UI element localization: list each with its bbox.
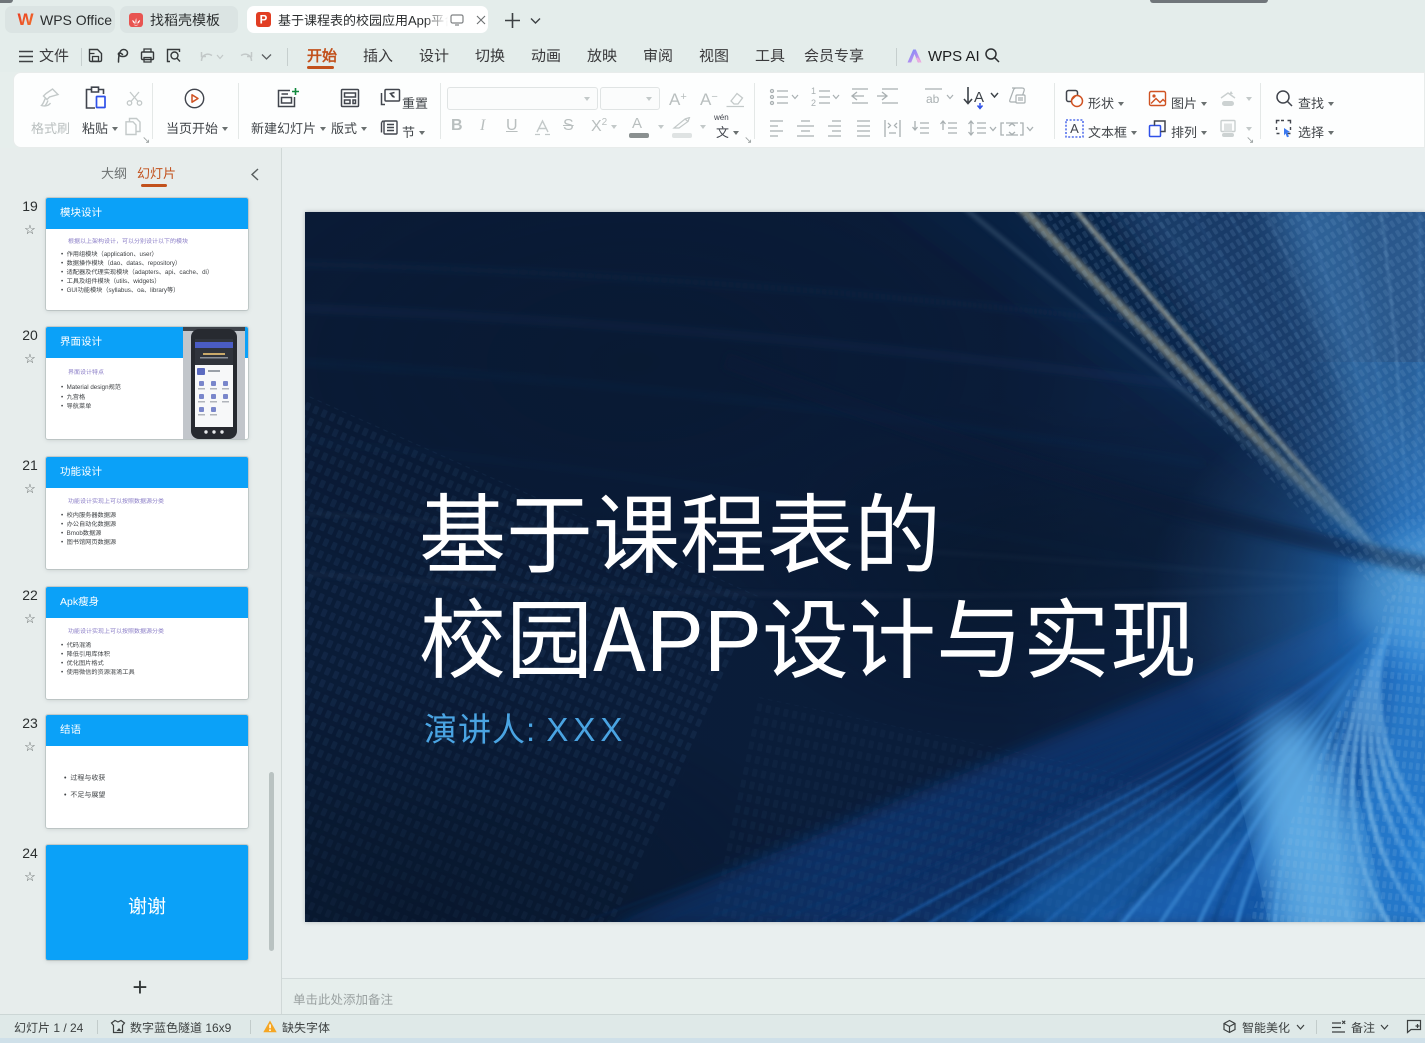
svg-text:A: A — [1070, 121, 1079, 136]
svg-text:P: P — [260, 15, 268, 27]
svg-text:ab: ab — [926, 92, 940, 106]
svg-text:W: W — [17, 12, 34, 27]
svg-text:A: A — [974, 89, 984, 106]
svg-text:1: 1 — [811, 86, 816, 96]
svg-text:2: 2 — [811, 98, 816, 108]
